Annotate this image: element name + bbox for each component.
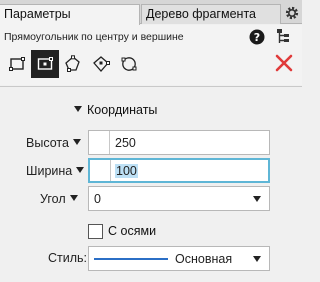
- rounded-polygon-icon: [121, 57, 137, 71]
- rect-by-center-icon: [37, 57, 53, 70]
- rect-by-center-button[interactable]: [31, 50, 59, 78]
- polygon-icon: [65, 55, 80, 72]
- command-header: Прямоугольник по центру и вершине ?: [0, 25, 302, 85]
- command-title: Прямоугольник по центру и вершине: [4, 31, 184, 43]
- height-value: 250: [115, 136, 136, 150]
- polygon-button[interactable]: [59, 50, 87, 78]
- angle-value: 0: [94, 192, 101, 206]
- chevron-down-icon: [253, 256, 261, 262]
- style-label: Стиль:: [48, 251, 88, 265]
- width-label[interactable]: Ширина: [26, 164, 86, 178]
- header-divider: [0, 86, 302, 87]
- polygon-by-edge-button[interactable]: [87, 50, 115, 78]
- chevron-down-icon: [72, 139, 81, 145]
- axes-checkbox[interactable]: [88, 224, 103, 239]
- section-title: Координаты: [87, 103, 158, 117]
- height-lock-box[interactable]: [89, 131, 110, 154]
- width-value: 100: [115, 164, 138, 178]
- rect-by-vertices-button[interactable]: [3, 50, 31, 78]
- chevron-down-icon: [253, 196, 261, 202]
- angle-label-text: Угол: [40, 192, 66, 206]
- style-select[interactable]: Основная: [88, 246, 270, 271]
- height-label[interactable]: Высота: [26, 136, 86, 150]
- mode-toolbar: [0, 50, 302, 78]
- rect-by-vertices-icon: [9, 57, 25, 71]
- help-icon[interactable]: ?: [249, 29, 265, 45]
- width-label-text: Ширина: [26, 164, 73, 178]
- line-style-preview: [94, 258, 168, 260]
- style-value: Основная: [175, 252, 233, 266]
- angle-select[interactable]: 0: [88, 186, 270, 211]
- section-coordinates[interactable]: Координаты: [74, 103, 157, 117]
- axes-label: С осями: [108, 224, 157, 238]
- width-field[interactable]: 100: [88, 158, 270, 183]
- collapse-triangle-icon: [74, 106, 82, 112]
- tree-structure-icon[interactable]: [275, 28, 291, 46]
- rounded-polygon-button[interactable]: [115, 50, 143, 78]
- polygon-by-edge-icon: [93, 56, 110, 72]
- height-field[interactable]: 250: [88, 130, 270, 155]
- height-label-text: Высота: [26, 136, 69, 150]
- gear-icon[interactable]: [284, 5, 300, 21]
- close-icon[interactable]: [275, 54, 293, 72]
- tab-fragment-tree[interactable]: Дерево фрагмента: [141, 4, 281, 24]
- chevron-down-icon: [69, 195, 78, 201]
- tab-bar: Параметры Дерево фрагмента: [0, 0, 302, 25]
- tab-parameters[interactable]: Параметры: [0, 4, 140, 25]
- svg-text:?: ?: [254, 31, 260, 44]
- chevron-down-icon: [76, 167, 85, 173]
- width-lock-box[interactable]: [90, 160, 111, 181]
